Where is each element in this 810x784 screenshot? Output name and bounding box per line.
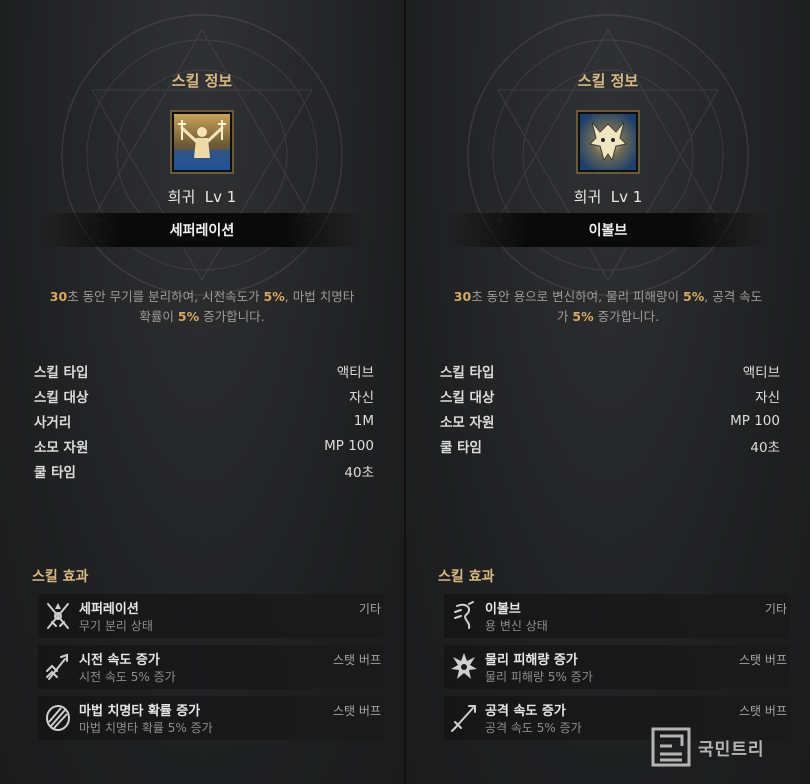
stat-key: 소모 자원 [440,414,495,431]
separation-skill-icon [170,110,234,174]
effect-item: 물리 피해량 증가 물리 피해량 5% 증가 스탯 버프 [444,645,790,689]
description-text: , 공격 속도 [704,289,763,304]
stat-value: 액티브 [742,364,780,381]
dragon-head-icon [449,600,479,632]
effect-name: 물리 피해량 증가 [485,653,578,668]
effect-type: 스탯 버프 [739,704,787,718]
effect-sub: 공격 속도 5% 증가 [485,721,582,735]
stat-value: MP 100 [324,437,374,454]
skill-grade-level: 희귀 Lv 1 [406,186,810,207]
stat-row: 스킬 타입 액티브 [440,358,780,383]
sword-up-icon [449,702,479,734]
stat-row: 소모 자원 MP 100 [34,433,374,458]
stat-row: 쿨 타임 40초 [440,433,780,458]
stat-key: 쿨 타임 [440,439,482,456]
stat-key: 스킬 타입 [34,364,89,381]
stat-key: 쿨 타임 [34,464,76,481]
highlight-text: 5% [177,309,200,324]
effect-sub: 시전 속도 5% 증가 [79,670,176,684]
effect-sub: 용 변신 상태 [485,619,548,633]
stat-value: MP 100 [730,412,780,429]
stat-key: 스킬 대상 [440,389,495,406]
effect-name: 세퍼레이션 [79,602,139,617]
highlight-text: 5% [572,309,594,324]
effect-type: 기타 [358,602,381,616]
stat-key: 사거리 [34,414,72,431]
description-text: 확률이 [139,309,178,324]
level-label: Lv 1 [610,188,643,206]
effect-sub: 물리 피해량 5% 증가 [485,670,593,684]
crossed-blades-icon [43,600,73,632]
effect-name: 공격 속도 증가 [485,704,566,719]
stat-value: 액티브 [336,364,374,381]
effect-item: 시전 속도 증가 시전 속도 5% 증가 스탯 버프 [38,645,384,689]
stat-row: 스킬 대상 자신 [34,383,374,408]
effect-item: 마법 치명타 확률 증가 마법 치명타 확률 5% 증가 스탯 버프 [38,696,384,740]
effect-type: 스탯 버프 [739,653,787,667]
highlight-text: 30 [453,289,472,304]
stat-value: 40초 [344,464,374,481]
effect-item: 세퍼레이션 무기 분리 상태 기타 [38,594,384,638]
level-label: Lv 1 [204,188,237,206]
effect-item: 이볼브 용 변신 상태 기타 [444,594,790,638]
watermark-text: 국민트리 [698,739,765,760]
description-text: , 마법 치명타 [284,289,355,304]
effect-name: 이볼브 [485,602,521,617]
stat-row: 사거리 1M [34,408,374,433]
grade-label: 희귀 [167,188,196,206]
stat-row: 스킬 대상 자신 [440,383,780,408]
dragon-skill-icon [576,110,640,174]
stat-value: 자신 [349,389,374,406]
skill-panel-right: 스킬 정보 희귀 Lv 1 이볼브 30초 동안 용으로 변신하여, 물리 피해… [406,0,810,784]
stat-value: 1M [353,412,374,429]
skill-name-bar: 이볼브 [446,213,770,247]
effect-sub: 마법 치명타 확률 5% 증가 [79,721,213,735]
skill-name: 이볼브 [588,223,628,239]
description-text: 증가합니다. [593,309,660,324]
watermark: 국민트리 [650,726,765,768]
effect-type: 스탯 버프 [333,704,381,718]
effects-title: 스킬 효과 [32,569,89,585]
stat-value: 40초 [750,439,780,456]
description-text: 초 동안 무기를 분리하여, 시전속도가 [67,289,264,304]
description-text: 초 동안 용으로 변신하여, 물리 피해량이 [471,289,684,304]
description-text: 증가합니다. [199,309,265,324]
effect-type: 스탯 버프 [333,653,381,667]
effect-name: 마법 치명타 확률 증가 [79,704,201,719]
effects-title: 스킬 효과 [438,569,495,585]
stat-row: 쿨 타임 40초 [34,458,374,483]
skill-panel-left: 스킬 정보 희귀 Lv 1 세퍼레이션 30초 동안 무기를 분리하여, 시전속… [0,0,404,784]
effect-name: 시전 속도 증가 [79,653,160,668]
stats-list: 스킬 타입 액티브 스킬 대상 자신 사거리 1M 소모 자원 MP 100 쿨 타임 4… [34,358,374,483]
stat-value: 자신 [755,389,780,406]
skill-grade-level: 희귀 Lv 1 [0,186,404,207]
stats-list: 스킬 타입 액티브 스킬 대상 자신 소모 자원 MP 100 쿨 타임 40초 [440,358,780,458]
effect-sub: 무기 분리 상태 [79,619,153,633]
highlight-text: 30 [49,289,68,304]
description-text: 가 [556,309,573,324]
skill-description: 30초 동안 무기를 분리하여, 시전속도가 5%, 마법 치명타 확률이 5% … [20,287,384,327]
skill-name-bar: 세퍼레이션 [40,213,364,247]
skill-description: 30초 동안 용으로 변신하여, 물리 피해량이 5%, 공격 속도 가 5% 증… [426,287,790,327]
stat-row: 소모 자원 MP 100 [440,408,780,433]
magic-crit-icon [43,702,73,734]
stat-key: 스킬 타입 [440,364,495,381]
grade-label: 희귀 [573,188,602,206]
skill-name: 세퍼레이션 [169,223,235,239]
watermark-logo-icon [651,727,691,767]
highlight-text: 5% [263,289,285,304]
highlight-text: 5% [683,289,705,304]
stat-key: 스킬 대상 [34,389,89,406]
panel-title: 스킬 정보 [171,72,233,90]
staff-up-icon [43,651,73,683]
panel-title: 스킬 정보 [577,72,639,90]
stat-key: 소모 자원 [34,439,89,456]
stat-row: 스킬 타입 액티브 [34,358,374,383]
effect-type: 기타 [764,602,787,616]
burst-icon [449,651,479,683]
